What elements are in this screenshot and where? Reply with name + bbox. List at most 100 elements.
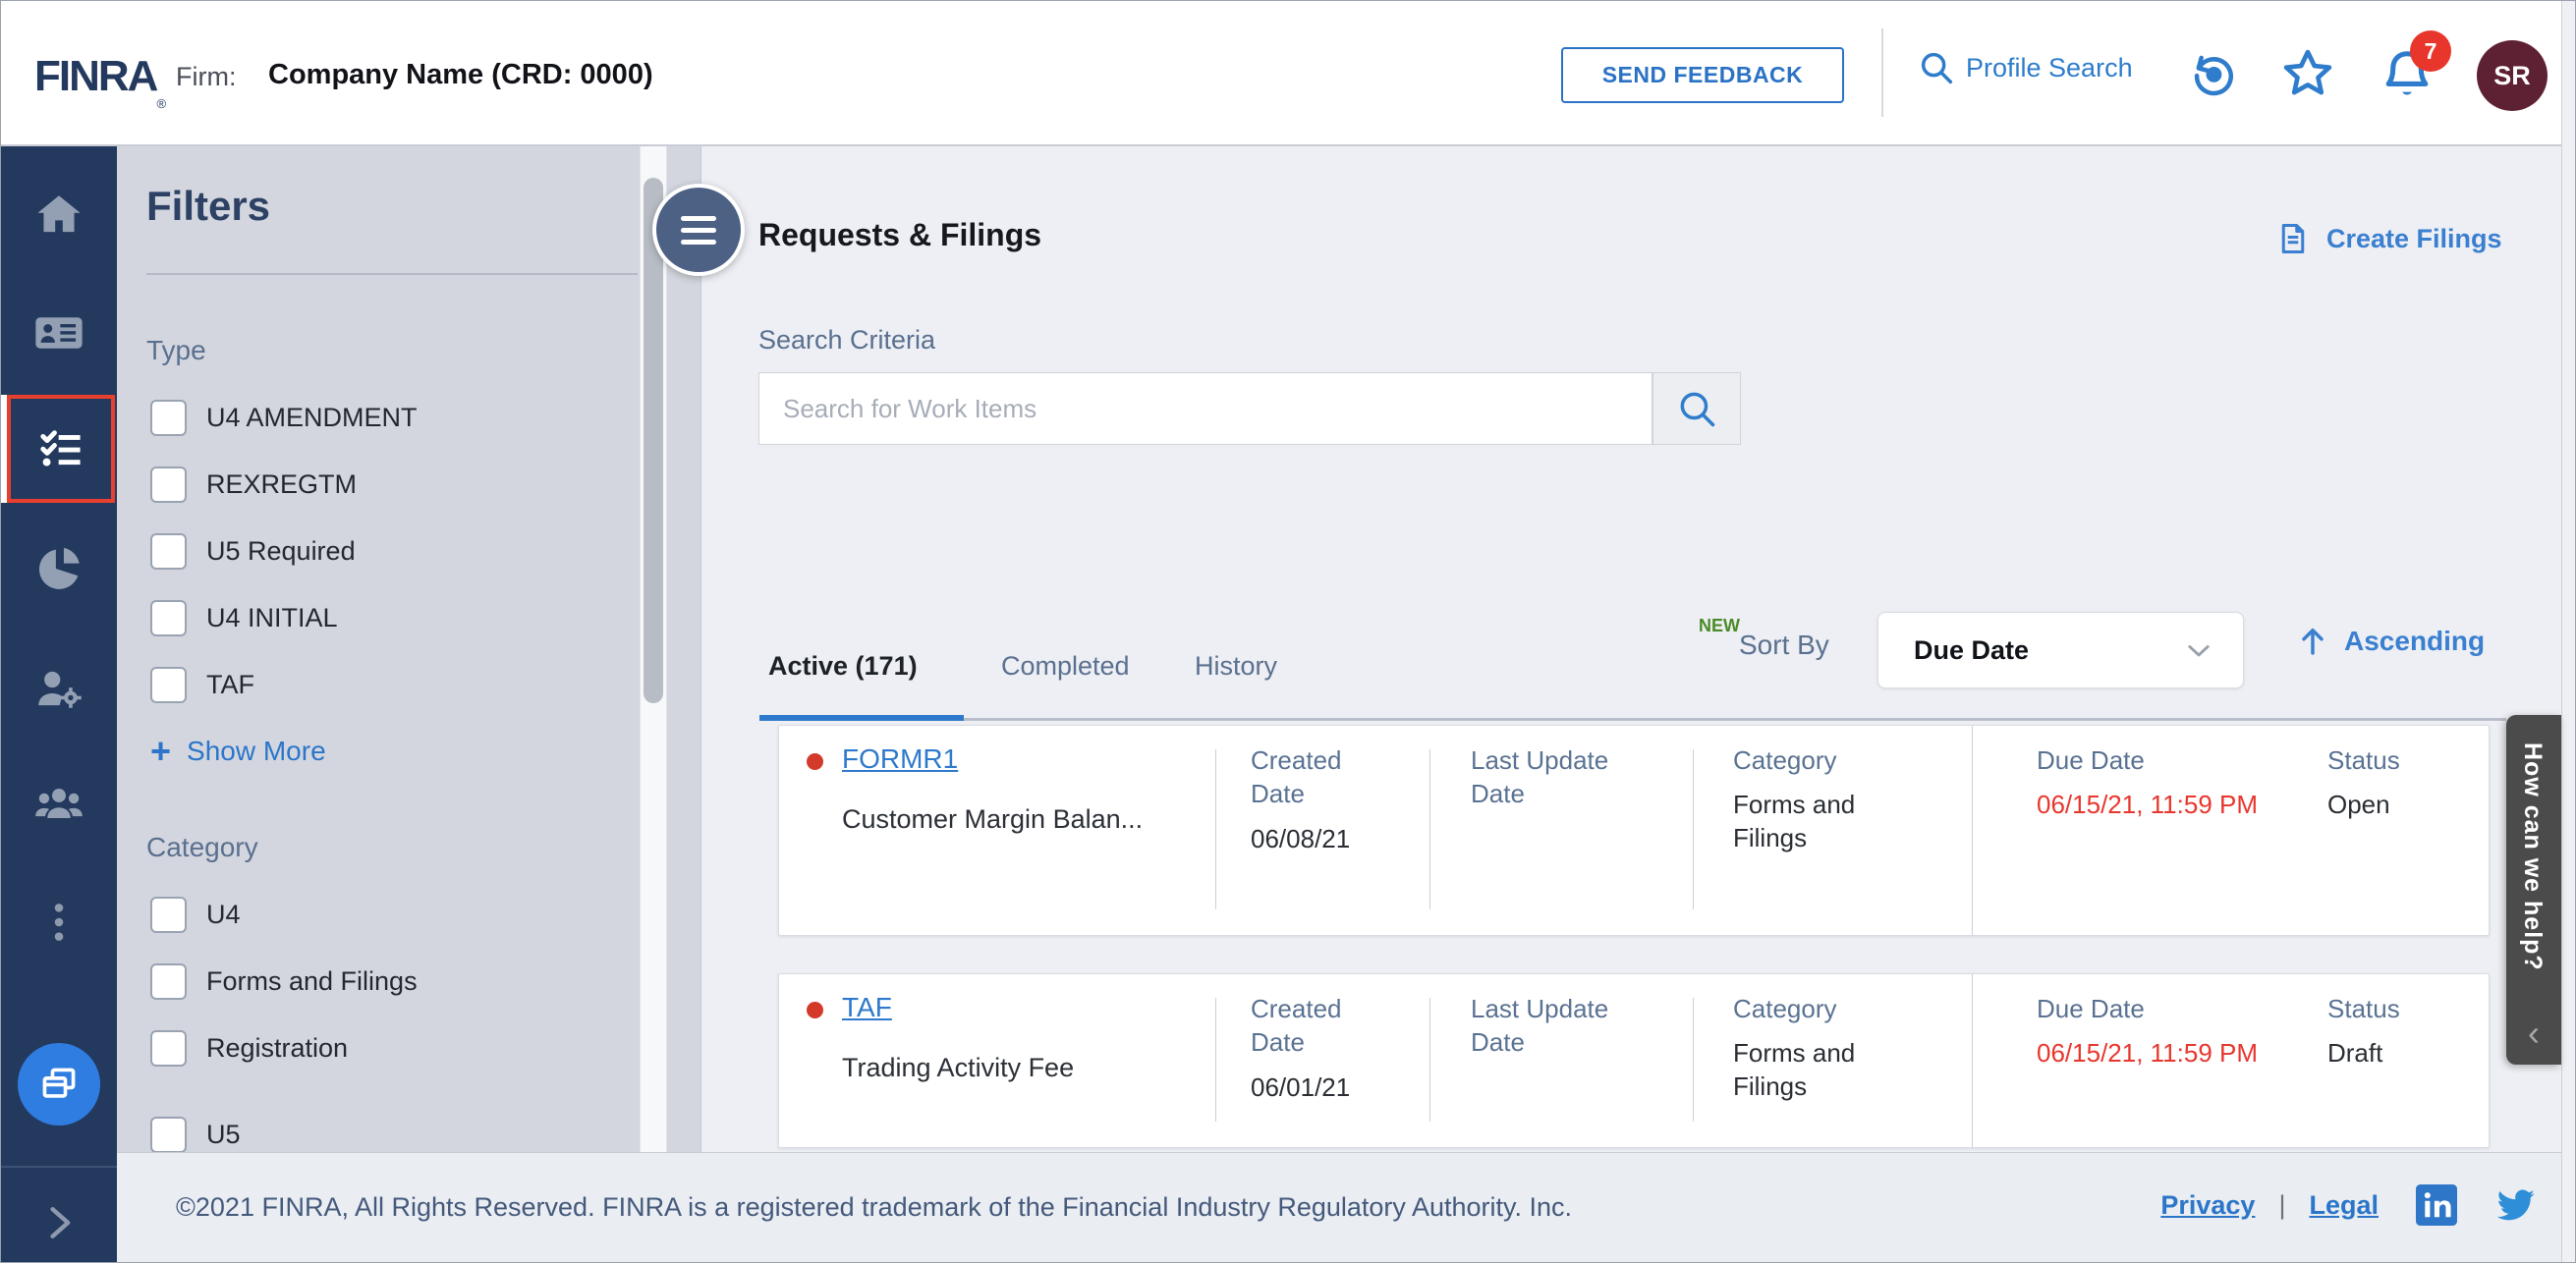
footer-separator: | [2278, 1189, 2286, 1220]
filter-option-forms-and-filings[interactable]: Forms and Filings [150, 963, 418, 1000]
sidebar-item-profile[interactable] [1, 286, 117, 380]
copyright-text: ©2021 FINRA, All Rights Reserved. FINRA … [176, 1192, 1573, 1222]
page-scrollbar-gutter[interactable] [2561, 1, 2575, 1262]
sort-by-label: Sort By [1739, 630, 1829, 660]
checkbox[interactable] [150, 897, 187, 933]
search-submit-button[interactable] [1652, 372, 1741, 445]
filter-option-u5[interactable]: U5 [150, 1117, 241, 1152]
sidebar-divider [1, 1166, 117, 1168]
due-date-cell: Due Date 06/15/21, 11:59 PM [2037, 994, 2259, 1069]
sidebar-item-work-items-active[interactable] [1, 395, 117, 503]
plus-icon: + [150, 731, 172, 771]
chevron-down-icon [2188, 645, 2210, 657]
sidebar-item-more[interactable] [1, 875, 117, 969]
checklist-icon [40, 430, 81, 467]
id-card-icon [35, 317, 83, 349]
tab-active[interactable]: Active (171) [768, 651, 918, 682]
checkbox[interactable] [150, 533, 187, 570]
app-window: FINRA® Firm: Company Name (CRD: 0000) SE… [0, 0, 2576, 1263]
work-item-row: FORMR1 Customer Margin Balan... Created … [778, 725, 2490, 936]
filter-section-category: Category [146, 832, 258, 862]
filters-scrollbar-track[interactable] [640, 146, 667, 1152]
firm-name: Company Name (CRD: 0000) [268, 59, 653, 90]
tab-completed[interactable]: Completed [1001, 651, 1130, 682]
filters-collapse-toggle[interactable] [652, 184, 745, 276]
pie-chart-icon [38, 547, 80, 589]
checkbox[interactable] [150, 1030, 187, 1067]
search-icon [1921, 52, 1953, 84]
filter-option-u5-required[interactable]: U5 Required [150, 533, 356, 570]
active-tab-indicator [759, 715, 964, 721]
send-feedback-button[interactable]: SEND FEEDBACK [1561, 47, 1844, 103]
filter-option-taf[interactable]: TAF [150, 667, 254, 703]
last-update-cell: Last Update Date [1471, 994, 1609, 1058]
twitter-icon[interactable] [2492, 1182, 2538, 1228]
finra-logo[interactable]: FINRA® [34, 52, 166, 111]
multi-window-button[interactable] [18, 1043, 100, 1126]
sidebar-item-user-admin[interactable] [1, 641, 117, 736]
sort-field-dropdown[interactable]: Due Date [1877, 612, 2244, 688]
checkbox[interactable] [150, 963, 187, 1000]
status-dot-icon [807, 753, 823, 770]
new-feature-badge: NEW [1699, 616, 1740, 635]
favorites-star-icon[interactable] [2280, 46, 2335, 106]
filter-option-u4[interactable]: U4 [150, 897, 241, 933]
tab-history[interactable]: History [1195, 651, 1277, 682]
status-dot-icon [807, 1002, 823, 1018]
privacy-link[interactable]: Privacy [2160, 1190, 2255, 1221]
footer: ©2021 FINRA, All Rights Reserved. FINRA … [117, 1152, 2575, 1262]
sort-field-value: Due Date [1914, 634, 2030, 665]
registered-mark: ® [156, 96, 165, 111]
multi-window-icon [42, 1068, 76, 1098]
filters-divider [146, 273, 638, 275]
status-cell: Status Open [2327, 745, 2400, 820]
created-date-cell: Created Date 06/08/21 [1251, 745, 1351, 853]
sort-direction-toggle[interactable]: Ascending [2295, 624, 2485, 659]
category-cell: Category Forms and Filings [1733, 745, 1856, 853]
notification-badge: 7 [2410, 30, 2451, 72]
filter-option-u4-amendment[interactable]: U4 AMENDMENT [150, 400, 418, 436]
main-content: Requests & Filings Create Filings Search… [700, 146, 2563, 1152]
top-bar: FINRA® Firm: Company Name (CRD: 0000) SE… [1, 1, 2575, 146]
profile-search-link[interactable]: Profile Search [1917, 48, 2133, 87]
status-cell: Status Draft [2327, 994, 2400, 1069]
filter-section-type: Type [146, 335, 206, 365]
checkbox[interactable] [150, 1117, 187, 1152]
show-more-link[interactable]: + Show More [150, 734, 326, 769]
filter-option-rexregtm[interactable]: REXREGTM [150, 467, 357, 503]
sidebar-item-groups[interactable] [1, 757, 117, 851]
work-items-search-input[interactable] [758, 372, 1652, 445]
due-date-cell: Due Date 06/15/21, 11:59 PM [2037, 745, 2259, 820]
checkbox[interactable] [150, 400, 187, 436]
checkbox[interactable] [150, 467, 187, 503]
work-item-link[interactable]: FORMR1 [842, 743, 958, 775]
page-title: Requests & Filings [758, 217, 1042, 252]
filter-option-u4-initial[interactable]: U4 INITIAL [150, 600, 338, 636]
work-item-title: Customer Margin Balan... [842, 804, 1144, 834]
magnifier-icon [1680, 392, 1715, 427]
work-item-link[interactable]: TAF [842, 992, 892, 1023]
help-widget-tab[interactable]: How can we help? ‹ [2506, 715, 2561, 1065]
user-avatar[interactable]: SR [2477, 40, 2548, 111]
checkbox[interactable] [150, 667, 187, 703]
linkedin-icon[interactable] [2416, 1184, 2457, 1226]
last-update-cell: Last Update Date [1471, 745, 1609, 809]
work-item-title: Trading Activity Fee [842, 1053, 1075, 1082]
filter-option-registration[interactable]: Registration [150, 1030, 348, 1067]
chevron-left-icon: ‹ [2528, 1013, 2540, 1053]
hamburger-icon [681, 215, 716, 221]
legal-link[interactable]: Legal [2309, 1190, 2379, 1221]
arrow-up-icon [2302, 629, 2324, 655]
sidebar-item-reports[interactable] [1, 522, 117, 616]
work-item-row: TAF Trading Activity Fee Created Date 06… [778, 973, 2490, 1148]
notifications-bell[interactable]: 7 [2379, 30, 2451, 115]
left-nav-sidebar [1, 146, 117, 1262]
home-icon [37, 195, 81, 233]
checkbox[interactable] [150, 600, 187, 636]
sidebar-item-home[interactable] [1, 168, 117, 262]
create-filings-link[interactable]: Create Filings [2275, 221, 2502, 256]
more-options-dots-icon [54, 904, 64, 941]
user-gear-icon [38, 671, 82, 708]
sidebar-expand-button[interactable] [1, 1183, 117, 1262]
recently-viewed-icon[interactable] [2188, 48, 2239, 104]
